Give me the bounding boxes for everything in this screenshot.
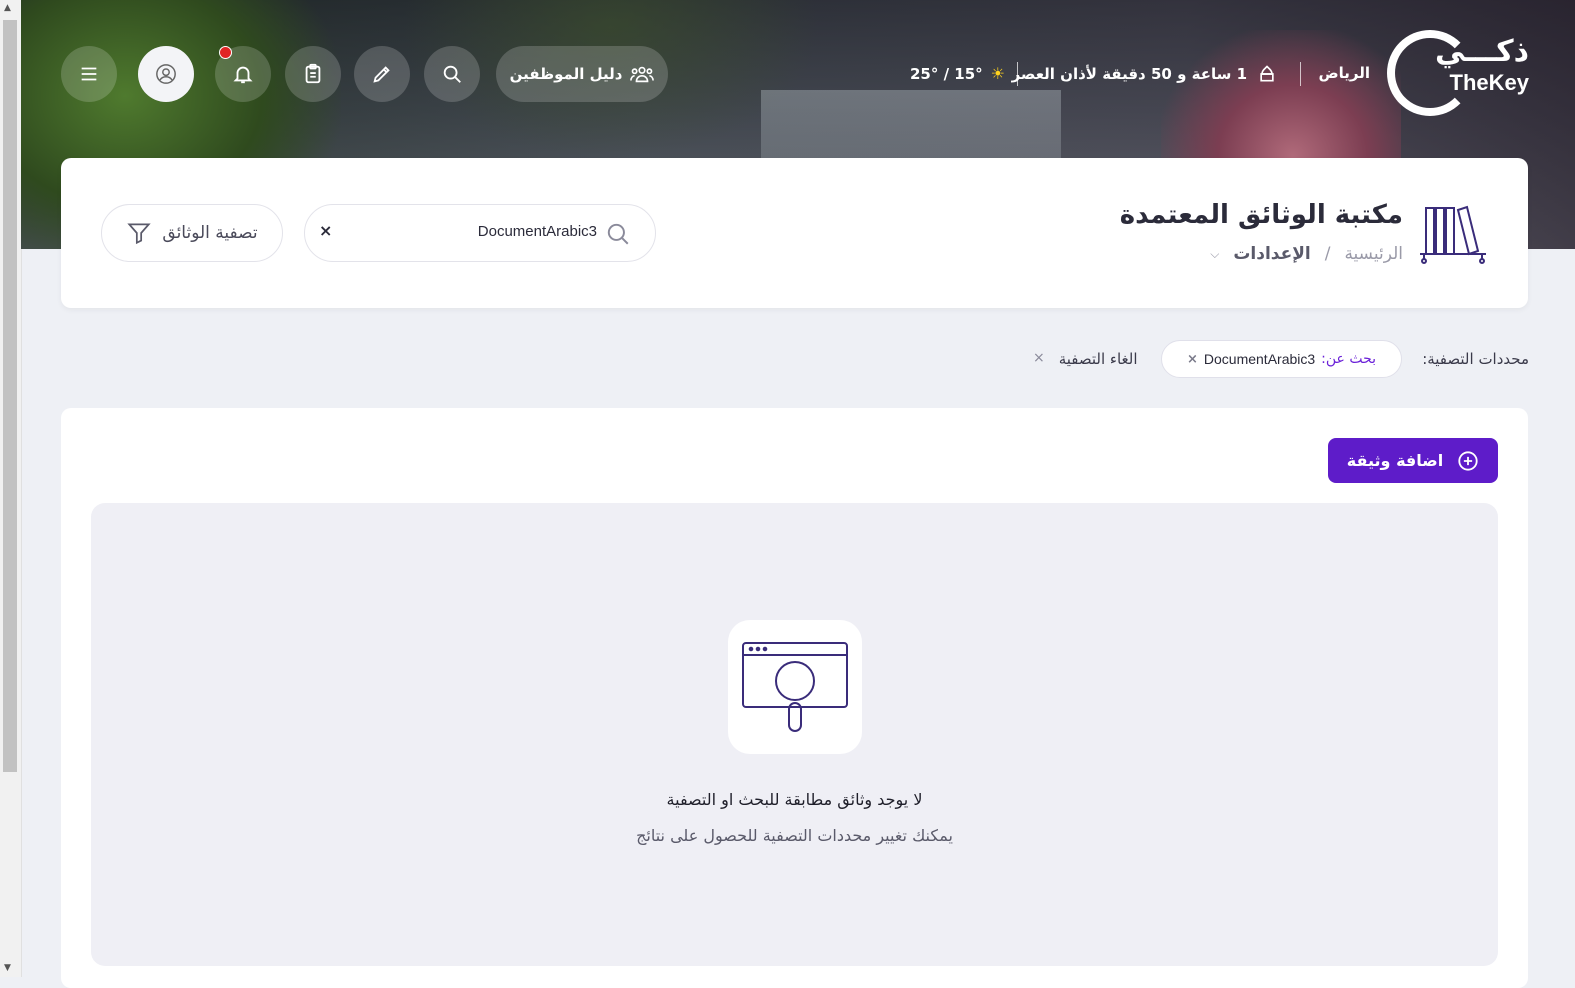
prayer-countdown: 1 ساعة و 50 دقيقة لأذان العصر (1011, 65, 1247, 83)
search-icon (607, 223, 629, 245)
employee-guide-button[interactable]: دليل الموظفين (496, 46, 668, 102)
scroll-up-arrow[interactable]: ▲ (4, 3, 11, 13)
scroll-thumb[interactable] (3, 20, 17, 772)
header-divider (1300, 62, 1301, 86)
empty-state-title: لا يوجد وثائق مطابقة للبحث او التصفية (666, 790, 923, 809)
pencil-icon (373, 66, 390, 83)
plus-circle-icon (1458, 450, 1478, 471)
filter-documents-label: تصفية الوثائق (162, 223, 258, 243)
filters-label: محددات التصفية: (1422, 350, 1529, 368)
filter-chip-value: DocumentArabic3 (1203, 351, 1316, 367)
clipboard-icon (305, 63, 321, 84)
filter-icon (127, 223, 152, 245)
browser-search-icon (742, 642, 848, 732)
profile-button[interactable] (138, 46, 194, 102)
prayer-time: 1 ساعة و 50 دقيقة لأذان العصر (1012, 64, 1277, 84)
clear-filter-button[interactable]: الغاء التصفية × (1033, 350, 1138, 368)
notification-dot (219, 46, 232, 59)
weather-temp: 25° / 15° (910, 64, 983, 83)
document-search-input[interactable]: DocumentArabic3 × (304, 204, 656, 262)
menu-icon (81, 67, 97, 81)
library-icon (1420, 205, 1486, 264)
menu-button[interactable] (61, 46, 117, 102)
mosque-icon (1260, 65, 1274, 82)
empty-state-subtitle: يمكنك تغيير محددات التصفية للحصول على نت… (636, 826, 953, 845)
add-document-button[interactable]: اضافة وثيقة (1328, 438, 1498, 483)
add-document-label: اضافة وثيقة (1346, 451, 1444, 470)
city-label: الرياض (1318, 64, 1370, 82)
scroll-down-arrow[interactable]: ▼ (4, 963, 11, 973)
filter-chip: بحث عن: DocumentArabic3 × (1161, 340, 1402, 378)
empty-state: لا يوجد وثائق مطابقة للبحث او التصفية يم… (91, 503, 1498, 966)
clear-filter-label: الغاء التصفية (1058, 350, 1138, 368)
sun-icon: ☀ (990, 64, 1006, 83)
filter-chip-close-icon[interactable]: × (1187, 352, 1198, 367)
search-button[interactable] (424, 46, 480, 102)
page-scrollbar[interactable]: ▲ ▼ (0, 0, 22, 977)
search-clear-button[interactable]: × (319, 221, 332, 240)
breadcrumb-separator: / (1324, 244, 1331, 264)
search-value[interactable]: DocumentArabic3 (478, 223, 597, 240)
brand-logo[interactable]: ذكـــي TheKey (1387, 28, 1529, 120)
empty-state-illustration (728, 620, 862, 754)
people-icon (630, 66, 655, 83)
page-header-card: مكتبة الوثائق المعتمدة الرئيسية / الإعدا… (61, 158, 1528, 308)
breadcrumb-current[interactable]: الإعدادات (1233, 244, 1310, 264)
edit-button[interactable] (354, 46, 410, 102)
breadcrumb: الرئيسية / الإعدادات ⌵ (1210, 244, 1403, 264)
tasks-button[interactable] (285, 46, 341, 102)
header-divider (1017, 62, 1018, 86)
filter-documents-button[interactable]: تصفية الوثائق (101, 204, 283, 262)
bell-icon (233, 66, 253, 84)
close-icon: × (1033, 350, 1045, 366)
search-icon (443, 65, 461, 83)
user-icon (156, 64, 176, 84)
employee-guide-label: دليل الموظفين (509, 65, 623, 83)
page-title: مكتبة الوثائق المعتمدة (1119, 200, 1403, 230)
documents-card: اضافة وثيقة لا يوجد وثائق مطابقة للبحث ا… (61, 408, 1528, 988)
chevron-down-icon[interactable]: ⌵ (1210, 247, 1219, 262)
logo-english: TheKey (1449, 70, 1529, 95)
weather: 25° / 15° ☀ (910, 64, 1005, 83)
breadcrumb-home[interactable]: الرئيسية (1344, 244, 1403, 264)
logo-arabic: ذكـــي (1435, 34, 1529, 69)
filter-chip-key: بحث عن: (1321, 351, 1377, 367)
